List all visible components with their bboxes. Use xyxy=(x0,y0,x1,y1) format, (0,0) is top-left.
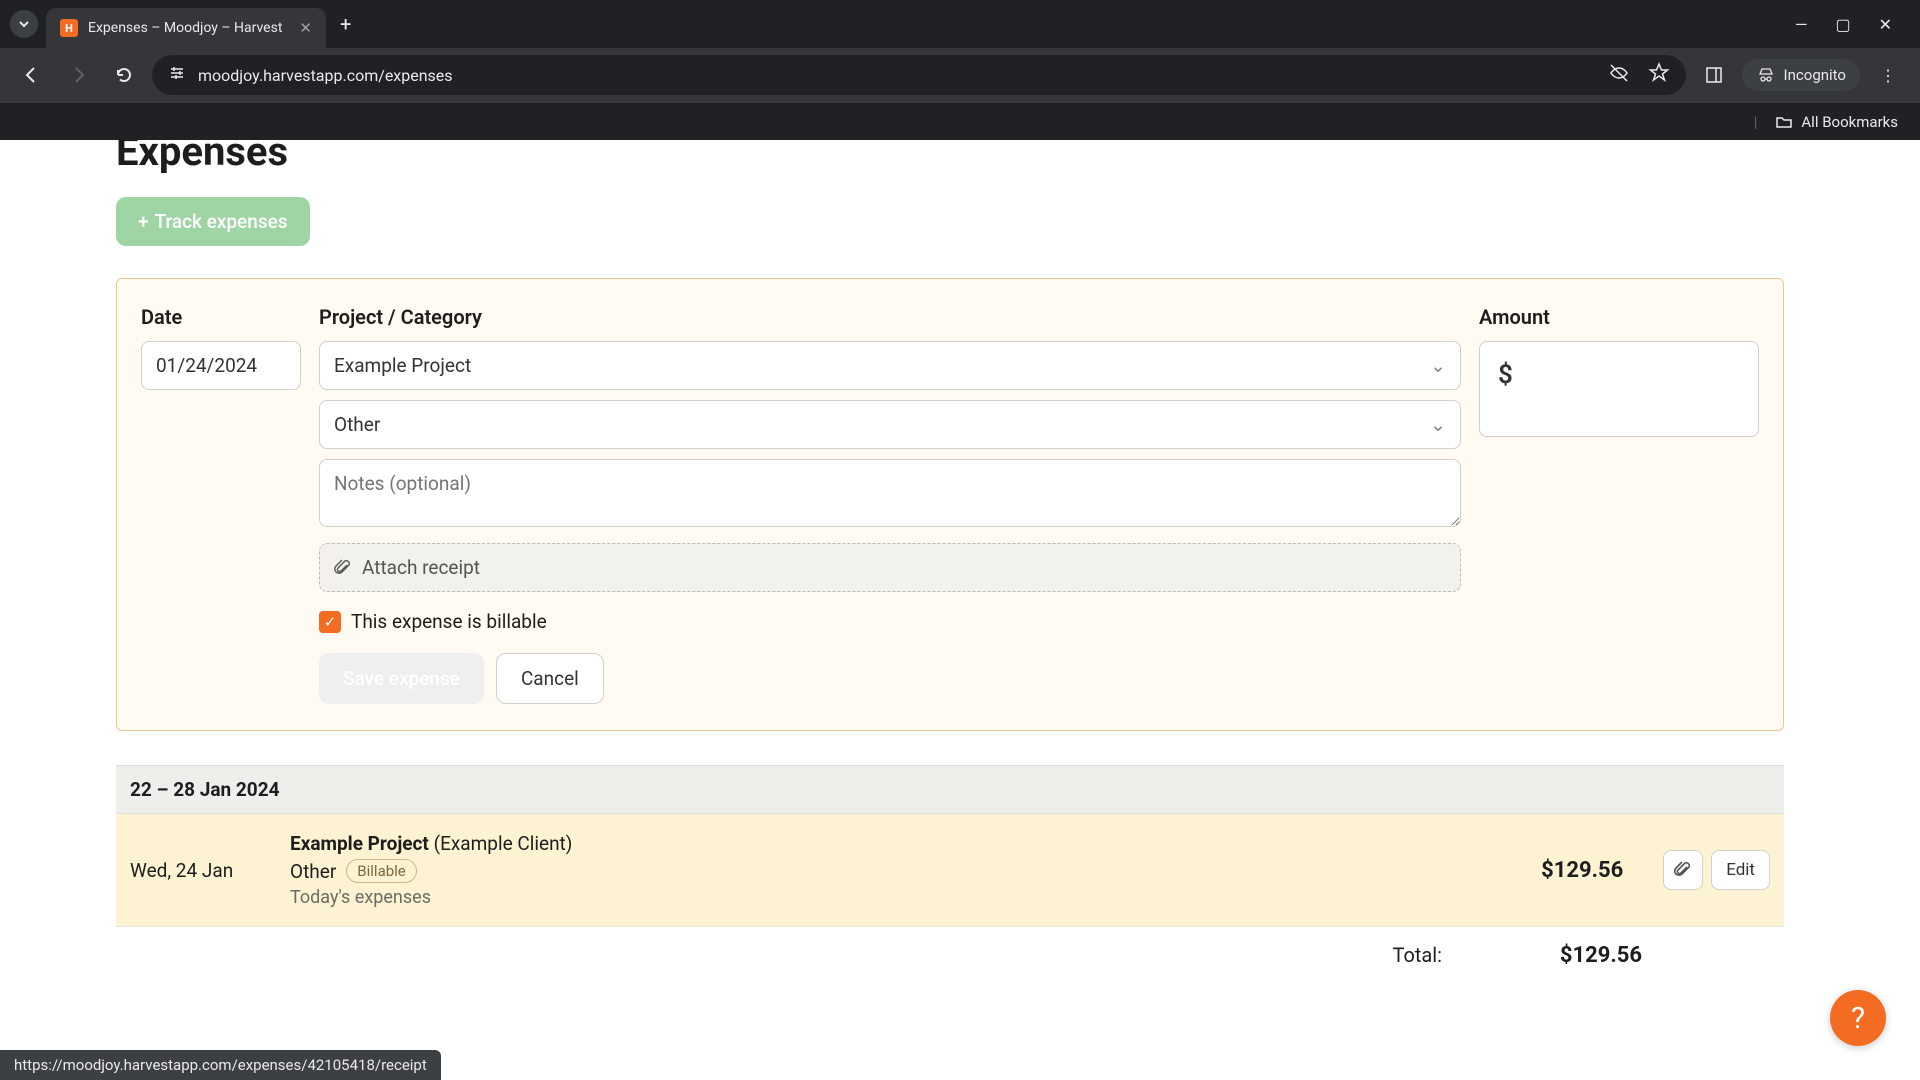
folder-icon xyxy=(1775,113,1793,131)
browser-tab[interactable]: H Expenses – Moodjoy – Harvest ✕ xyxy=(46,8,326,48)
favicon: H xyxy=(60,19,78,37)
amount-label: Amount xyxy=(1479,305,1759,329)
billable-label: This expense is billable xyxy=(351,610,547,633)
cancel-button[interactable]: Cancel xyxy=(496,653,604,704)
tab-strip: H Expenses – Moodjoy – Harvest ✕ + — ▢ ✕ xyxy=(0,0,1920,48)
paperclip-icon xyxy=(334,559,352,577)
category-select-value: Other xyxy=(334,413,380,436)
week-range-header: 22 – 28 Jan 2024 xyxy=(116,765,1784,814)
week-block: 22 – 28 Jan 2024 Wed, 24 Jan Example Pro… xyxy=(116,765,1784,984)
expense-project-name: Example Project xyxy=(290,832,429,855)
plus-icon: + xyxy=(138,210,149,233)
help-fab-button[interactable]: ? xyxy=(1830,990,1886,1046)
receipt-attachment-button[interactable] xyxy=(1663,850,1703,890)
incognito-label: Incognito xyxy=(1784,66,1846,84)
track-expenses-label: Track expenses xyxy=(155,210,288,233)
tab-title: Expenses – Moodjoy – Harvest xyxy=(88,20,289,36)
kebab-menu-icon[interactable]: ⋮ xyxy=(1870,57,1906,93)
date-input[interactable] xyxy=(141,341,301,390)
page-content: Expenses + Track expenses Date Project /… xyxy=(0,140,1920,1080)
track-expenses-button[interactable]: + Track expenses xyxy=(116,197,310,246)
chevron-down-icon: ⌄ xyxy=(1430,413,1446,436)
question-icon: ? xyxy=(1851,1001,1865,1036)
expense-form: Date Project / Category Example Project … xyxy=(116,278,1784,731)
minimize-icon[interactable]: — xyxy=(1795,15,1808,34)
category-select[interactable]: Other ⌄ xyxy=(319,400,1461,449)
attach-receipt-label: Attach receipt xyxy=(362,556,480,579)
project-select[interactable]: Example Project ⌄ xyxy=(319,341,1461,390)
notes-textarea[interactable] xyxy=(319,459,1461,527)
expense-client-name: (Example Client) xyxy=(434,832,573,855)
project-select-value: Example Project xyxy=(334,354,471,377)
expense-row: Wed, 24 Jan Example Project (Example Cli… xyxy=(116,814,1784,927)
site-settings-icon[interactable] xyxy=(168,64,186,86)
url-text: moodjoy.harvestapp.com/expenses xyxy=(198,66,453,85)
back-button[interactable] xyxy=(14,57,50,93)
expense-row-date: Wed, 24 Jan xyxy=(130,859,290,882)
project-category-label: Project / Category xyxy=(319,305,1461,329)
eye-off-icon[interactable] xyxy=(1608,62,1630,88)
edit-expense-button[interactable]: Edit xyxy=(1711,850,1770,890)
tab-search-button[interactable] xyxy=(10,10,38,38)
billable-checkbox[interactable]: ✓ xyxy=(319,611,341,633)
address-bar[interactable]: moodjoy.harvestapp.com/expenses xyxy=(152,55,1686,95)
new-tab-button[interactable]: + xyxy=(340,12,351,36)
window-controls: — ▢ ✕ xyxy=(1795,15,1910,34)
all-bookmarks-link[interactable]: All Bookmarks xyxy=(1801,113,1898,131)
browser-toolbar: moodjoy.harvestapp.com/expenses Incognit… xyxy=(0,48,1920,102)
expense-note: Today's expenses xyxy=(290,887,1423,908)
chevron-down-icon: ⌄ xyxy=(1430,354,1446,377)
expense-category: Other xyxy=(290,860,336,883)
expense-amount: $129.56 xyxy=(1423,858,1623,883)
bookmarks-bar: | All Bookmarks xyxy=(0,102,1920,140)
total-value: $129.56 xyxy=(1442,943,1642,968)
paperclip-icon xyxy=(1674,861,1692,879)
bookmark-star-icon[interactable] xyxy=(1648,62,1670,88)
browser-chrome: H Expenses – Moodjoy – Harvest ✕ + — ▢ ✕… xyxy=(0,0,1920,140)
amount-input[interactable]: $ xyxy=(1479,341,1759,437)
close-window-icon[interactable]: ✕ xyxy=(1879,15,1892,34)
incognito-badge[interactable]: Incognito xyxy=(1742,59,1860,91)
page-title: Expenses xyxy=(116,140,1784,175)
attach-receipt-button[interactable]: Attach receipt xyxy=(319,543,1461,592)
reload-button[interactable] xyxy=(106,57,142,93)
save-expense-button[interactable]: Save expense xyxy=(319,653,484,704)
close-tab-icon[interactable]: ✕ xyxy=(299,19,312,37)
expense-row-project: Example Project (Example Client) xyxy=(290,832,1423,855)
side-panel-icon[interactable] xyxy=(1696,57,1732,93)
total-label: Total: xyxy=(1392,943,1442,968)
maximize-icon[interactable]: ▢ xyxy=(1835,15,1850,34)
total-row: Total: $129.56 xyxy=(116,927,1784,984)
forward-button[interactable] xyxy=(60,57,96,93)
billable-badge: Billable xyxy=(346,859,416,883)
date-label: Date xyxy=(141,305,301,329)
status-bar: https://moodjoy.harvestapp.com/expenses/… xyxy=(0,1050,441,1080)
